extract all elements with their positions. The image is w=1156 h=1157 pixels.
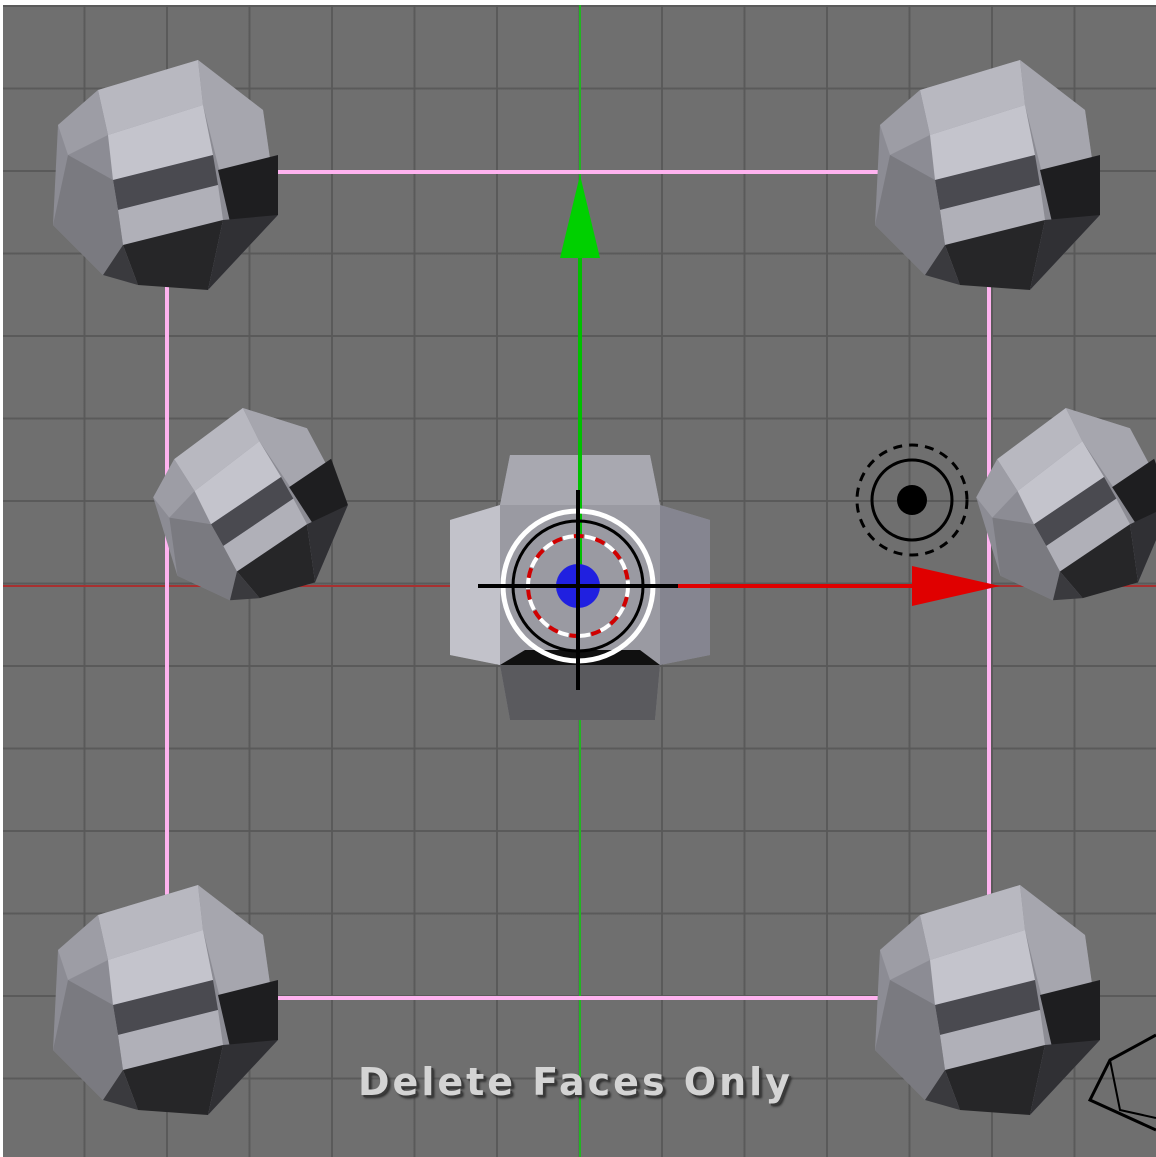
rounded-cube-top-right[interactable] <box>875 60 1100 290</box>
rounded-cube-bottom-left[interactable] <box>53 885 278 1115</box>
camera-icon[interactable] <box>1087 1033 1156 1132</box>
3d-viewport[interactable]: Delete Faces Only <box>3 5 1156 1157</box>
rounded-cube-middle-right[interactable] <box>954 385 1156 626</box>
status-message: Delete Faces Only <box>358 1060 793 1104</box>
rounded-cube-bottom-right[interactable] <box>875 885 1100 1115</box>
scene-canvas[interactable] <box>3 5 1156 1157</box>
rounded-cube-top-left[interactable] <box>53 60 278 290</box>
lamp-icon[interactable] <box>855 443 969 557</box>
